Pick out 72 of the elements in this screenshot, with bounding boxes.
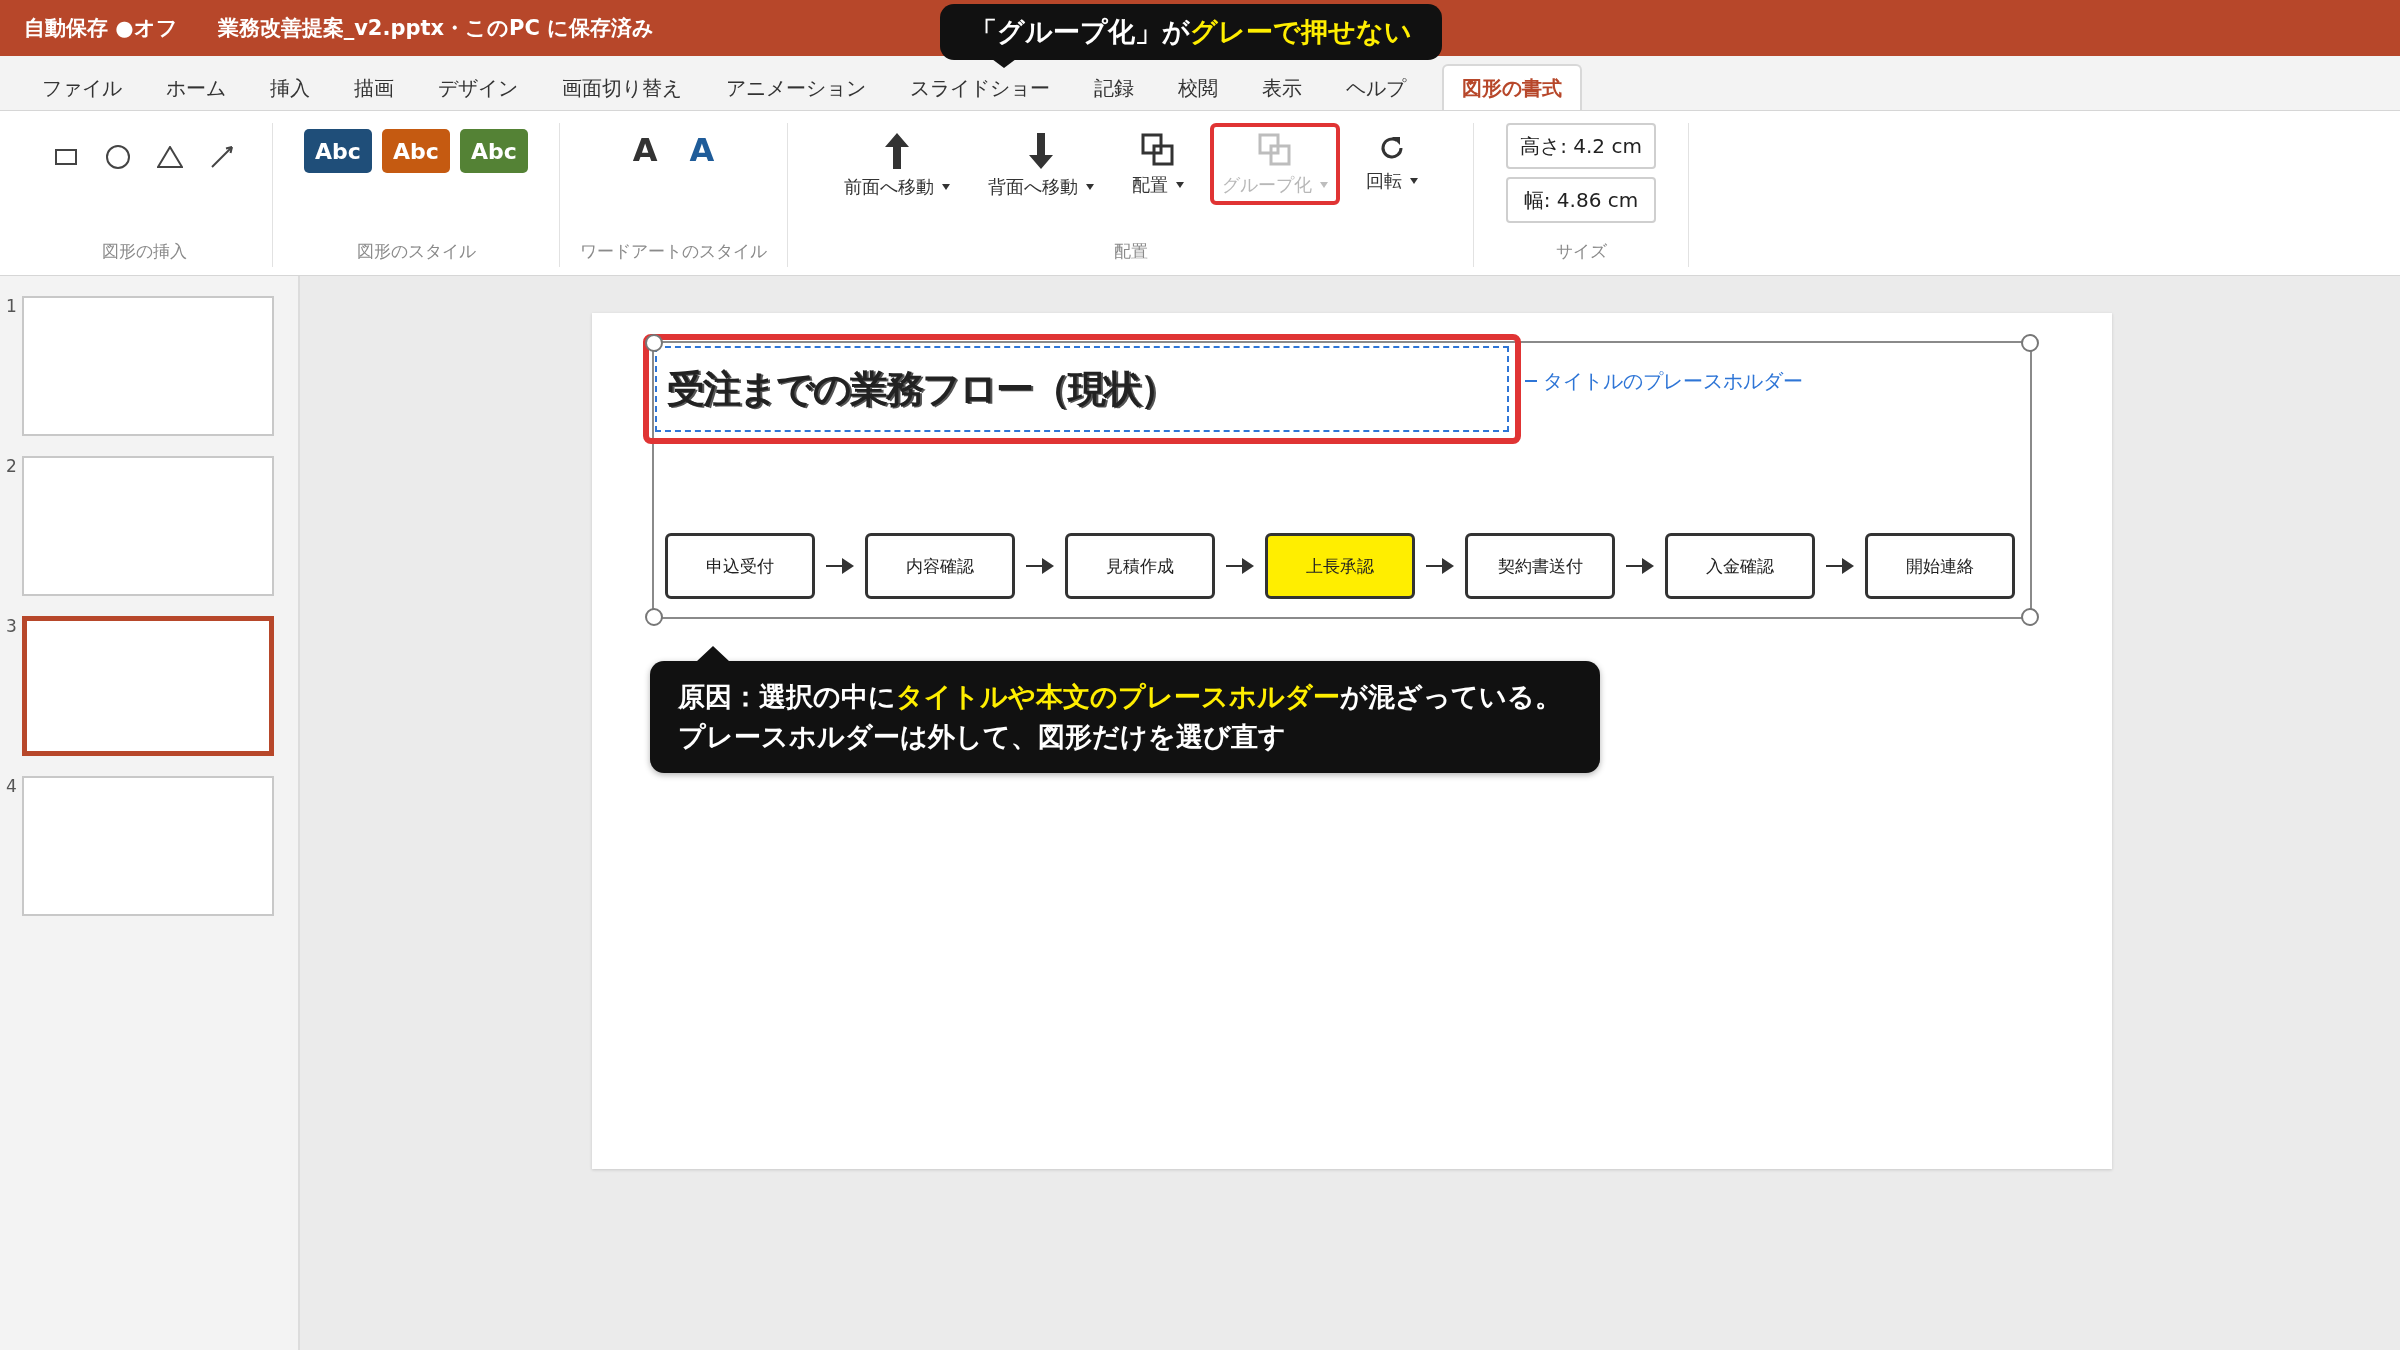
flow-step: 内容確認 — [865, 533, 1015, 599]
wordart-style-button[interactable]: A — [679, 127, 725, 173]
slide-thumbnail[interactable] — [22, 296, 274, 436]
ribbon-tab[interactable]: 図形の書式 — [1442, 64, 1582, 110]
caret-icon — [1085, 184, 1094, 190]
ribbon-tab[interactable]: 描画 — [334, 64, 414, 110]
slide-number: 4 — [6, 776, 16, 798]
group-label: ワードアートのスタイル — [580, 240, 767, 263]
resize-handle[interactable] — [645, 334, 663, 352]
ribbon-tab[interactable]: 表示 — [1242, 64, 1322, 110]
callout-text: プレースホルダーは外して、図形だけを選び直す — [678, 720, 1287, 754]
slide-thumbnail[interactable] — [22, 456, 274, 596]
flow-step: 契約書送付 — [1465, 533, 1615, 599]
ribbon-tab[interactable]: デザイン — [418, 64, 538, 110]
caret-icon — [1319, 182, 1328, 188]
flow-step: 入金確認 — [1665, 533, 1815, 599]
line-icon — [211, 146, 233, 168]
ribbon-tab[interactable]: 挿入 — [250, 64, 330, 110]
ribbon-tab[interactable]: ホーム — [146, 64, 246, 110]
slide-number: 2 — [6, 456, 16, 478]
flow-step: 上長承認 — [1265, 533, 1415, 599]
slide-thumbnail[interactable] — [22, 616, 274, 756]
ribbon-tab[interactable]: 記録 — [1074, 64, 1154, 110]
document-title: 業務改善提案_v2.pptx・このPC に保存済み — [217, 15, 655, 42]
resize-handle[interactable] — [2021, 334, 2039, 352]
caret-icon — [941, 184, 950, 190]
ribbon-tab[interactable]: ファイル — [22, 64, 142, 110]
rectangle-icon — [55, 149, 77, 165]
caret-icon — [1409, 178, 1418, 184]
arrow-icon — [1826, 557, 1854, 575]
shape-style-button[interactable]: Abc — [460, 129, 528, 173]
group-label: サイズ — [1555, 240, 1607, 263]
flow-step: 申込受付 — [665, 533, 815, 599]
ribbon-tab[interactable]: アニメーション — [706, 64, 886, 110]
placeholder-label: タイトルのプレースホルダー — [1543, 367, 1803, 395]
group-label: 配置 — [1113, 240, 1148, 263]
slide-number: 3 — [6, 616, 16, 638]
arrow-icon — [1026, 557, 1054, 575]
resize-handle[interactable] — [645, 608, 663, 626]
size-field[interactable]: 幅: 4.86 cm — [1506, 177, 1656, 223]
arrow-up-icon — [884, 133, 909, 169]
pointer-icon — [992, 59, 1016, 68]
arrow-icon — [1226, 557, 1254, 575]
arrow-down-icon — [1028, 133, 1053, 169]
triangle-icon — [157, 146, 183, 168]
leader-line — [1525, 380, 1537, 382]
flow-step: 開始連絡 — [1865, 533, 2015, 599]
ribbon-tab[interactable]: スライドショー — [890, 64, 1070, 110]
caret-icon — [1175, 182, 1184, 188]
group-label: 図形のスタイル — [356, 240, 476, 263]
shape-style-button[interactable]: Abc — [304, 129, 372, 173]
circle-icon — [105, 144, 131, 170]
slide-number: 1 — [6, 296, 16, 318]
ribbon-tab[interactable]: ヘルプ — [1326, 64, 1426, 110]
slide-title: 受注までの業務フロー（現状） — [667, 365, 1176, 413]
ribbon-tab[interactable]: 校閲 — [1158, 64, 1238, 110]
overlapping-squares-icon — [1257, 133, 1292, 167]
size-field[interactable]: 高さ: 4.2 cm — [1506, 123, 1656, 169]
slide-thumbnail[interactable] — [22, 776, 274, 916]
ribbon-tab[interactable]: 画面切り替え — [542, 64, 702, 110]
overlapping-squares-icon — [1140, 133, 1175, 167]
autosave-toggle[interactable]: 自動保存 ●オフ — [24, 14, 178, 42]
shape-style-button[interactable]: Abc — [382, 129, 450, 173]
flow-step: 見積作成 — [1065, 533, 1215, 599]
title-placeholder[interactable]: 受注までの業務フロー（現状） — [655, 346, 1509, 432]
arrow-icon — [1626, 557, 1654, 575]
wordart-style-button[interactable]: A — [622, 127, 668, 173]
callout-text: 原因：選択の中にタイトルや本文のプレースホルダーが混ざっている。 — [678, 680, 1563, 714]
resize-handle[interactable] — [2021, 608, 2039, 626]
group-label: 図形の挿入 — [101, 240, 187, 263]
arrow-icon — [826, 557, 854, 575]
arrow-icon — [1426, 557, 1454, 575]
